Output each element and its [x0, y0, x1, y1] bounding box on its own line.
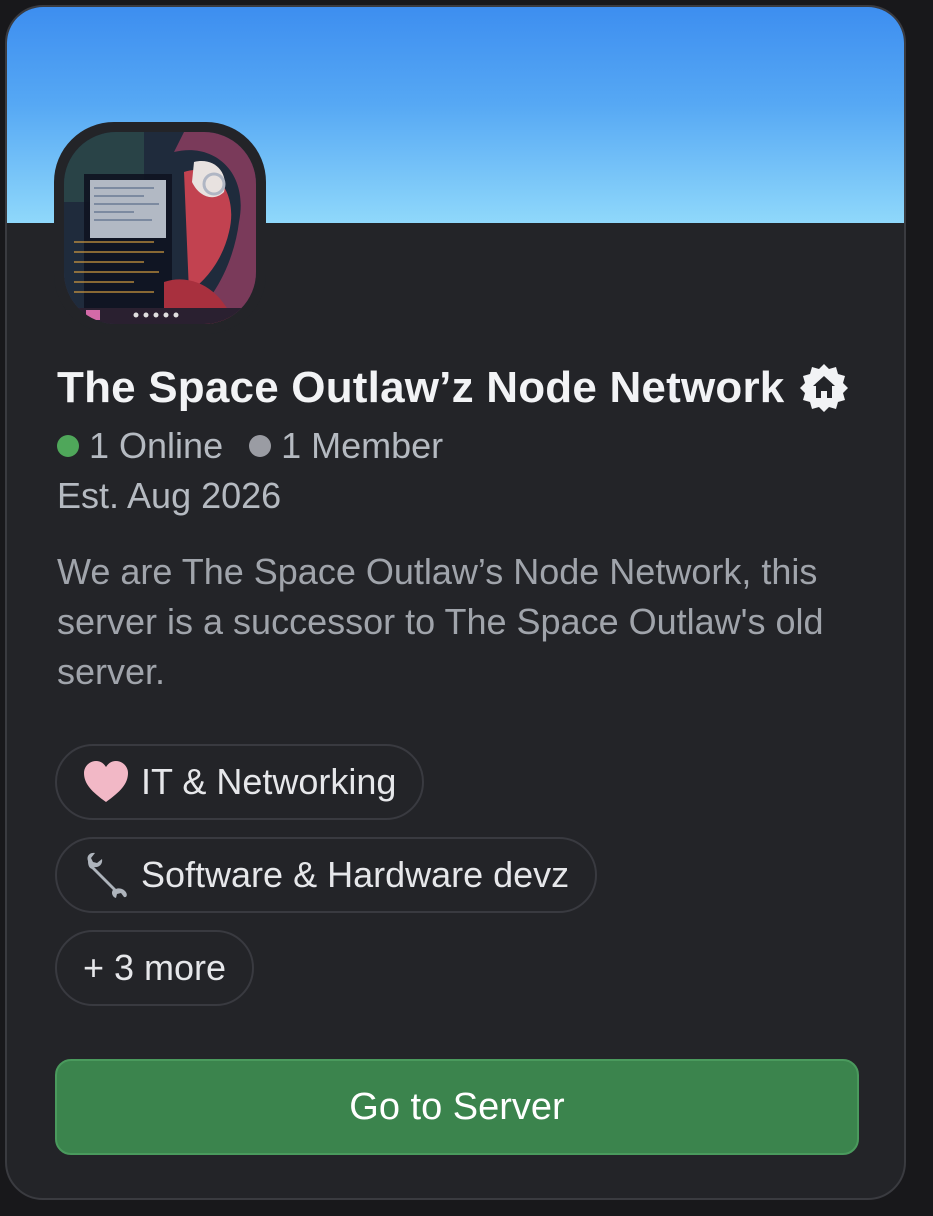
- server-stats: 1 Online 1 Member: [57, 425, 469, 467]
- server-invite-card: The Space Outlaw’z Node Network 1 Online…: [5, 5, 906, 1200]
- server-description: We are The Space Outlaw’s Node Network, …: [57, 551, 824, 692]
- more-tags-label: + 3 more: [83, 947, 227, 988]
- go-to-server-button[interactable]: Go to Server: [55, 1059, 859, 1155]
- wrench-icon: [81, 850, 131, 900]
- server-name: The Space Outlaw’z Node Network: [57, 363, 785, 412]
- online-dot-icon: [57, 435, 79, 457]
- tag-label: Software & Hardware devz: [141, 854, 570, 895]
- server-avatar-frame: [54, 122, 266, 334]
- more-tags-button[interactable]: + 3 more: [55, 930, 255, 1006]
- member-dot-icon: [249, 435, 272, 457]
- member-stat: 1 Member: [249, 425, 443, 467]
- server-title-row: The Space Outlaw’z Node Network: [57, 362, 850, 414]
- heart-icon: [81, 757, 131, 807]
- server-avatar-image: [64, 132, 256, 324]
- online-stat: 1 Online: [57, 425, 223, 467]
- community-home-icon: [800, 364, 849, 412]
- established-date: Est. Aug 2026: [57, 475, 282, 516]
- server-avatar[interactable]: [64, 132, 256, 324]
- tag-it-networking[interactable]: IT & Networking: [55, 744, 425, 820]
- online-count: 1 Online: [89, 425, 224, 466]
- tag-label: IT & Networking: [141, 761, 397, 802]
- tag-software-hardware[interactable]: Software & Hardware devz: [55, 837, 598, 913]
- member-count: 1 Member: [281, 425, 444, 466]
